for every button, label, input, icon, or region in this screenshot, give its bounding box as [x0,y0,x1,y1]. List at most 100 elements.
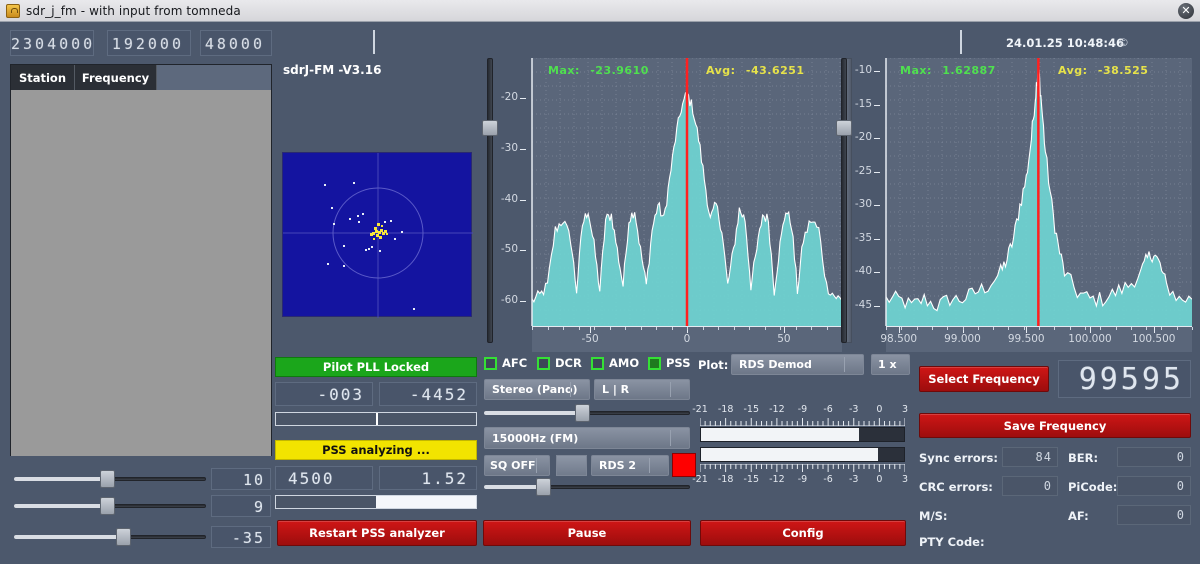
station-table-header-frequency[interactable]: Frequency [75,65,157,90]
axis-minor-tick [1130,327,1132,330]
close-icon[interactable]: ✕ [1178,3,1194,19]
axis-minor-tick [578,327,580,330]
select-frequency-button[interactable]: Select Frequency [919,366,1049,392]
squelch-level-slider[interactable] [484,478,690,496]
axis-tick-label: 99.000 [944,333,981,345]
lcd-value-2: 192000 [111,35,184,53]
axis-minor-tick [931,327,933,330]
toggle-afc[interactable]: AFC [484,356,527,370]
save-frequency-button[interactable]: Save Frequency [919,413,1191,438]
copyright-label: © [1118,36,1129,49]
level-meter-top-ruler [700,418,905,426]
rds-mode-select[interactable]: RDS 2 [591,455,669,476]
axis-tick-mark [520,199,526,201]
axis-tick-mark [520,250,526,252]
slider-handle[interactable] [574,404,590,422]
checkbox-amo-icon[interactable] [591,356,604,370]
restart-pss-button[interactable]: Restart PSS analyzer [277,520,477,546]
pll-progress-bar [275,412,477,426]
slider-gain-1[interactable] [14,469,206,489]
slider-fill [14,535,120,539]
station-table[interactable]: Station Frequency [10,64,272,456]
checkbox-afc-icon[interactable] [484,356,497,370]
station-table-header-station[interactable]: Station [11,65,75,90]
meter-tick-label: -18 [717,474,734,485]
combo-separator [670,430,671,446]
toggle-pss[interactable]: PSS [648,356,690,370]
axis-tick-label: 98.500 [880,333,918,345]
axis-tick-mark [520,300,526,302]
slider-handle[interactable] [100,497,116,515]
meter-tick-label: -6 [823,404,833,415]
stereo-mode-value: Stereo (Pano) [492,383,578,396]
filter-bandwidth-select[interactable]: 15000Hz (FM) [484,427,690,449]
pss-progress-bar [275,495,477,509]
axis-minor-tick [594,327,595,330]
slider-handle[interactable] [100,470,116,488]
meter-tick-label: -21 [692,404,708,415]
axis-minor-tick [1192,327,1193,330]
chart2-avg-label: Avg: [1058,64,1088,77]
chart2-max-stat: Max: 1.62887 [900,64,996,77]
axis-tick-label: -50 [500,243,518,256]
chart1-x-axis: -50 0 50 [532,326,843,352]
meter-tick-label: -12 [769,404,785,415]
slider-value-3: -35 [211,526,271,548]
axis-minor-tick [671,327,673,330]
slider-value-1: 10 [211,468,271,490]
lcd-value-3: 48000 [204,35,265,53]
axis-tick-mark [590,327,592,333]
squelch-toggle[interactable]: SQ OFF [484,455,550,476]
axis-minor-tick [1115,327,1117,330]
axis-minor-tick [749,327,750,330]
config-button[interactable]: Config [700,520,906,546]
axis-tick-label: 0 [683,333,691,345]
squelch-spin-button[interactable] [556,455,587,476]
stereo-mode-select[interactable]: Stereo (Pano) [484,379,590,400]
toggle-amo[interactable]: AMO [591,356,639,370]
pss-value-right: 1.52 [379,466,477,490]
zoom-select[interactable]: 1 x [871,354,910,375]
axis-minor-tick [795,327,797,330]
axis-minor-tick [1039,327,1040,330]
crc-errors-value: 0 [1002,476,1058,496]
checkbox-pss-icon[interactable] [648,356,661,370]
station-table-body[interactable] [11,90,271,456]
axis-minor-tick [1084,327,1086,330]
slider-gain-3[interactable] [14,527,206,547]
balance-slider[interactable] [484,404,690,422]
meter-tick-label: -15 [743,474,760,485]
header-divider-2 [960,30,962,54]
chart-baseband-spectrum[interactable] [531,57,843,326]
slider-gain-2[interactable] [14,496,206,516]
axis-minor-tick [764,327,766,330]
ber-value: 0 [1117,447,1191,467]
plot-mode-select[interactable]: RDS Demod [731,354,864,375]
level-meter-left [700,427,905,442]
axis-tick-label: -30 [500,142,518,155]
meter-tick-label: -21 [692,474,708,485]
axis-minor-tick [826,327,828,330]
slider-handle[interactable] [115,528,131,546]
slider-handle[interactable] [482,120,498,136]
chart-rf-spectrum[interactable] [885,57,1193,327]
channel-mode-select[interactable]: L | R [594,379,690,400]
pss-value-left: 4500 [275,466,373,490]
axis-minor-tick [947,327,949,330]
slider-fill [14,504,105,508]
chart2-svg [885,57,1193,327]
checkbox-dcr-icon[interactable] [537,356,550,370]
axis-minor-tick [1069,327,1071,330]
chart2-y-axis [885,58,887,326]
pause-button[interactable]: Pause [483,520,691,546]
meter-tick-label: 3 [901,404,909,415]
app-version-label: sdrJ-FM -V3.16 [283,63,382,77]
slider-handle[interactable] [535,478,551,496]
pll-status-badge: Pilot PLL Locked [275,357,477,377]
lcd-value-1: 2304000 [11,35,96,53]
level-meter-right-fill [701,448,878,461]
meter-tick-label: -3 [849,404,859,415]
meter-tick-label: -18 [717,404,734,415]
toggle-dcr[interactable]: DCR [537,356,582,370]
axis-minor-tick [886,327,887,330]
